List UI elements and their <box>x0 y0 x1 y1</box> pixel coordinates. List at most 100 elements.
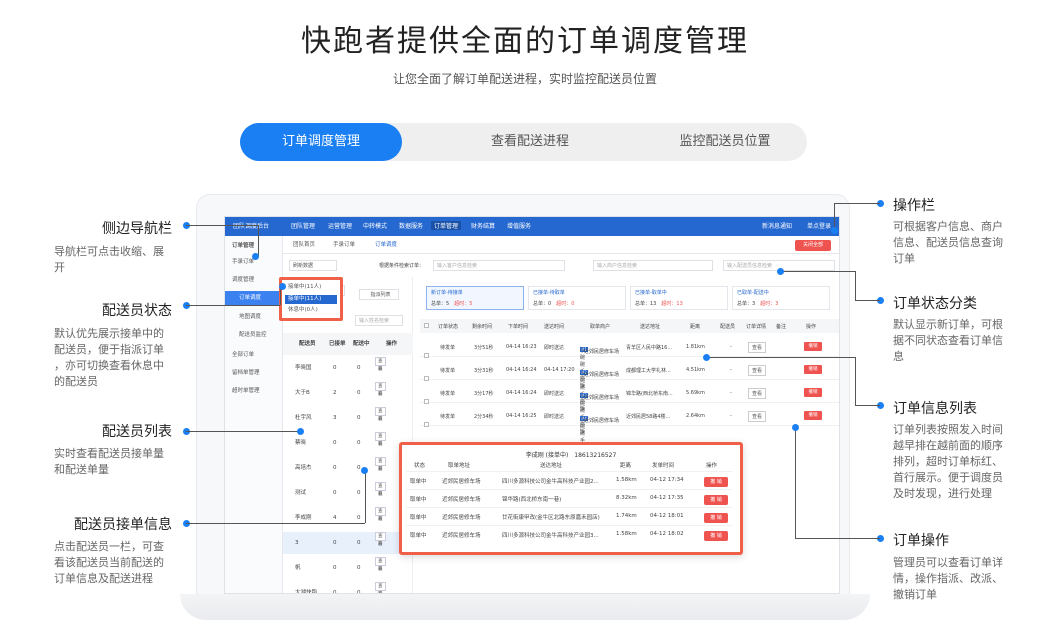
popup-order-row: 取单中 近郊民居修车场 锦华路(西北桥东南一巷) 8.32km 04-12 17… <box>406 489 732 505</box>
view-button[interactable]: 查看 <box>375 457 386 472</box>
popup-cancel-button[interactable]: 撤 销 <box>704 531 728 541</box>
dropdown-option-accepting[interactable]: 接单中(11人) <box>285 295 337 304</box>
courier-row[interactable]: 高培杰 0 0 指派 查看 <box>283 457 413 479</box>
close-all-button[interactable]: 关闭全部 <box>795 240 831 251</box>
order-row[interactable]: 待发单 3分51秒 04-14 16:23 即时送达 #1 小碗碗手抓饭 近郊民… <box>420 335 839 389</box>
order-cancel-button[interactable]: 撤销 <box>804 365 822 374</box>
view-button[interactable]: 查看 <box>375 407 386 422</box>
right-annotation-title: 订单状态分类 <box>893 296 977 312</box>
topnav-item[interactable]: 中转模式 <box>363 221 387 230</box>
courier-row[interactable]: 李晓国 0 0 指派 查看 <box>283 357 413 379</box>
select-all-checkbox[interactable] <box>424 323 429 335</box>
page-tab-manual[interactable]: 手录订单 <box>333 240 355 248</box>
courier-name: 测试 <box>295 490 307 496</box>
shop-search-input[interactable]: 输入商户信息检索 <box>593 260 713 271</box>
sidebar-item-map-dispatch[interactable]: 地图调度 <box>225 310 283 324</box>
view-button[interactable]: 查看 <box>375 432 386 447</box>
left-annotation-title: 配送员状态 <box>102 303 172 319</box>
sidebar-item-courier-monitor[interactable]: 配送员监控 <box>225 328 283 342</box>
view-button[interactable]: 查看 <box>375 482 386 497</box>
sidebar-item-timeout[interactable]: 超时单管理 <box>225 384 283 398</box>
order-detail-button[interactable]: 查看 <box>748 411 767 422</box>
view-button[interactable]: 查看 <box>375 382 386 397</box>
topnav-item[interactable]: 财务结算 <box>471 221 495 230</box>
annotation-dot <box>777 268 784 275</box>
courier-row[interactable]: 大于B 2 0 指派 查看 <box>283 382 413 404</box>
order-row[interactable]: 待发单 3分17秒 04-14 16:24 即时送达 #3 小碗碗手抓饭 近郊民… <box>420 381 839 435</box>
courier-row[interactable]: 帆 0 0 指派 查看 <box>283 557 413 579</box>
login-link[interactable]: 单点登录 <box>807 221 831 230</box>
right-annotation-desc: 首行展示。便于调度员 <box>893 471 1003 484</box>
courier-delivering: 0 <box>357 415 361 421</box>
assign-list-button[interactable]: 指派列表 <box>359 289 399 300</box>
topnav-item[interactable]: 运营管理 <box>328 221 352 230</box>
sidebar-item-order-dispatch[interactable]: 订单调度 <box>225 291 283 305</box>
courier-delivering: 0 <box>357 365 361 371</box>
status-card-accepted[interactable]: 已接单-待取单 总单：0 超时：0 <box>528 286 626 310</box>
courier-row[interactable]: 测试 0 0 指派 查看 <box>283 482 413 504</box>
popup-cancel-button[interactable]: 撤 销 <box>704 495 728 505</box>
order-detail-button[interactable]: 查看 <box>748 365 767 376</box>
courier-name-search[interactable]: 输入姓名检索 <box>355 315 403 326</box>
view-button[interactable]: 查看 <box>375 532 386 547</box>
order-detail-button[interactable]: 查看 <box>748 388 767 399</box>
page-tab-home[interactable]: 团队首页 <box>293 240 315 248</box>
courier-accepted: 3 <box>333 415 337 421</box>
courier-row[interactable]: 大湖快跑 0 0 指派 查看 <box>283 582 413 593</box>
annotation-line <box>780 271 855 272</box>
courier-row[interactable]: 李成刚 4 0 指派 查看 <box>283 507 413 529</box>
tab-delivery-progress[interactable]: 查看配送进程 <box>465 123 595 161</box>
topnav-item-active[interactable]: 订单管理 <box>431 221 462 230</box>
order-cancel-button[interactable]: 撤销 <box>804 388 822 397</box>
right-annotation-desc: 撤销订单 <box>893 588 937 601</box>
view-button[interactable]: 查看 <box>375 557 386 572</box>
tab-order-dispatch[interactable]: 订单调度管理 <box>240 123 402 161</box>
sidebar-item-archived[interactable]: 留档单管理 <box>225 366 283 380</box>
feature-tabs: 订单调度管理 查看配送进程 监控配送员位置 <box>240 123 807 161</box>
annotation-line <box>834 203 880 204</box>
right-annotation-desc: 管理员可以查看订单详 <box>893 556 1003 569</box>
popup-order-row: 取单中 近郊民居修车场 四川多源科技公司金牛高科技产业园2... 1.58km … <box>406 471 732 487</box>
refresh-button[interactable]: 刷新数据 <box>289 260 337 271</box>
right-annotation-title: 订单操作 <box>893 533 949 549</box>
view-button[interactable]: 查看 <box>375 582 386 593</box>
courier-name: 李成刚 <box>295 515 312 521</box>
status-card-new[interactable]: 新订单-待接单 总单：5 超时：5 <box>426 286 524 310</box>
sidebar-header: 订单管理 <box>232 243 255 249</box>
right-annotation-title: 操作栏 <box>893 198 935 214</box>
courier-row[interactable]: 3 0 0 指派 查看 <box>283 532 413 554</box>
annotation-line <box>834 203 835 230</box>
notify-link[interactable]: 新消息通知 <box>762 221 792 230</box>
courier-accepted: 0 <box>333 440 337 446</box>
popup-cancel-button[interactable]: 撤 销 <box>704 513 728 523</box>
topnav-item[interactable]: 增值服务 <box>507 221 531 230</box>
order-detail-button[interactable]: 查看 <box>748 342 767 353</box>
sidebar-item-all-orders[interactable]: 全部订单 <box>225 348 283 362</box>
dropdown-current[interactable]: 接单中(11人) <box>285 283 337 292</box>
dropdown-option-resting[interactable]: 休息中(0人) <box>285 306 337 315</box>
status-card-picking[interactable]: 已接单-取单中 总单：13 超时：13 <box>630 286 728 310</box>
left-annotation-title: 配送员列表 <box>102 424 172 440</box>
order-cancel-button[interactable]: 撤销 <box>804 411 822 420</box>
popup-cancel-button[interactable]: 撤 销 <box>704 477 728 487</box>
view-button[interactable]: 查看 <box>375 357 386 372</box>
sidebar-item-dispatch[interactable]: 调度管理 <box>225 273 283 287</box>
left-annotation-desc: 默认优先展示接单中的 <box>54 327 164 340</box>
view-button[interactable]: 查看 <box>375 507 386 522</box>
courier-delivering: 0 <box>357 515 361 521</box>
courier-row[interactable]: 杜宇风 3 0 指派 查看 <box>283 407 413 429</box>
status-card-delivering[interactable]: 已取单-配送中 总单：3 超时：3 <box>732 286 830 310</box>
right-annotation-desc: 越早排在越前面的顺序 <box>893 439 1003 452</box>
topnav-item[interactable]: 数据服务 <box>399 221 423 230</box>
topnav-item[interactable]: 团队管理 <box>291 221 315 230</box>
order-row[interactable]: 待发单 3分31秒 04-14 16:24 04-14 17:20 #2 小碗碗… <box>420 358 839 412</box>
order-cancel-button[interactable]: 撤销 <box>804 342 822 351</box>
courier-row[interactable]: 蔡晓 0 0 指派 查看 <box>283 432 413 454</box>
customer-search-input[interactable]: 输入客户信息检索 <box>433 260 565 271</box>
annotation-dot <box>252 253 259 260</box>
tab-courier-location[interactable]: 监控配送员位置 <box>650 123 800 161</box>
courier-accepted: 0 <box>333 540 337 546</box>
courier-accepted: 2 <box>333 390 337 396</box>
page-tab-dispatch[interactable]: 订单调度 <box>375 240 397 248</box>
order-row[interactable]: 待发单 2分34秒 04-14 16:25 即时送达 #4 小碗碗手抓饭 近郊民… <box>420 404 839 458</box>
